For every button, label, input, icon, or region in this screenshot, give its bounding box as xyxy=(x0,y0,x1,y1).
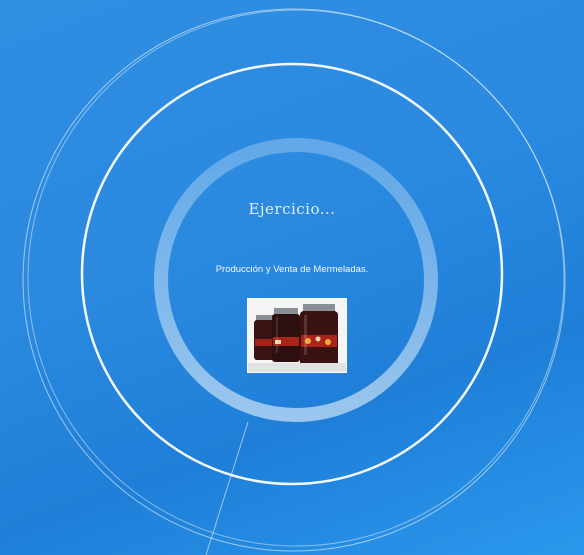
slide-title: Ejercicio... xyxy=(248,200,336,218)
connector-line xyxy=(205,421,249,555)
outer-ring-b xyxy=(27,9,565,547)
inner-ring xyxy=(154,138,438,422)
slide-subtitle: Producción y Venta de Mermeladas. xyxy=(215,264,369,275)
jam-jars-photo xyxy=(247,298,347,373)
decorative-rings xyxy=(22,8,566,555)
